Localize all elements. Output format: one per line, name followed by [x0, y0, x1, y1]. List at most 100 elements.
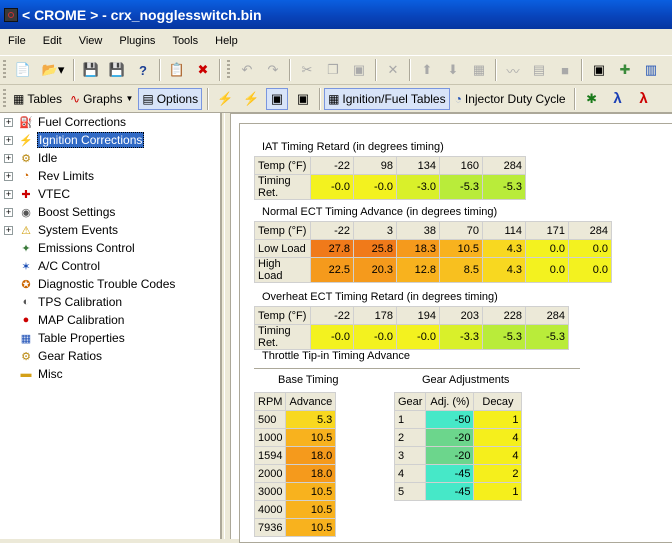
- value-cell[interactable]: 8.5: [439, 257, 483, 283]
- tree-item-boost-settings[interactable]: + ◉ Boost Settings: [0, 203, 116, 221]
- tree-item-misc[interactable]: ▬ Misc: [0, 365, 64, 383]
- tree-item-idle[interactable]: + ⚙ Idle: [0, 149, 58, 167]
- emulator-icon[interactable]: ▥: [640, 59, 662, 81]
- save-icon[interactable]: 💾: [80, 59, 102, 81]
- value-cell[interactable]: 0.0: [525, 239, 569, 258]
- tree-item-emissions-control[interactable]: ✦ Emissions Control: [0, 239, 136, 257]
- decay-cell[interactable]: 4: [473, 446, 523, 465]
- advance-cell[interactable]: 5.3: [285, 410, 337, 429]
- value-cell[interactable]: 25.8: [353, 239, 397, 258]
- clear-icon[interactable]: ✕: [382, 59, 404, 81]
- value-cell[interactable]: 22.5: [310, 257, 354, 283]
- tree-item-a-c-control[interactable]: ✶ A/C Control: [0, 257, 101, 275]
- advance-cell[interactable]: 10.5: [285, 518, 337, 537]
- value-cell[interactable]: 0.0: [568, 239, 612, 258]
- save-as-icon[interactable]: 💾: [106, 59, 128, 81]
- bug-icon[interactable]: ✱: [581, 88, 603, 110]
- fill-icon[interactable]: ■: [554, 59, 576, 81]
- decay-cell[interactable]: 1: [473, 410, 523, 429]
- expand-icon[interactable]: +: [4, 171, 13, 181]
- tree-item-tps-calibration[interactable]: ◐ TPS Calibration: [0, 293, 123, 311]
- expand-icon[interactable]: +: [4, 117, 13, 127]
- advance-cell[interactable]: 18.0: [285, 464, 337, 483]
- undo-icon[interactable]: ↶: [236, 59, 258, 81]
- injector-duty-cycle-button[interactable]: ◔ Injector Duty Cycle: [452, 88, 569, 110]
- value-cell[interactable]: -5.3: [482, 324, 526, 350]
- new-file-icon[interactable]: 📄: [12, 59, 34, 81]
- datalog-icon[interactable]: ✚: [614, 59, 636, 81]
- options-button[interactable]: ▤ Options: [138, 87, 203, 110]
- menu-plugins[interactable]: Plugins: [111, 35, 164, 47]
- tree-item-vtec[interactable]: + ✚ VTEC: [0, 185, 71, 203]
- toolbar-grip[interactable]: [227, 60, 230, 80]
- menu-help[interactable]: Help: [207, 35, 247, 47]
- compare-icon[interactable]: 📋: [166, 59, 188, 81]
- tables-button[interactable]: ▦ Tables: [10, 88, 65, 110]
- value-cell[interactable]: 18.3: [396, 239, 440, 258]
- paste-icon[interactable]: ▣: [348, 59, 370, 81]
- decay-cell[interactable]: 4: [473, 428, 523, 447]
- adj-cell[interactable]: -20: [425, 428, 475, 447]
- map2-icon[interactable]: ⚡: [240, 88, 262, 110]
- value-cell[interactable]: -5.3: [439, 174, 483, 200]
- decrease-icon[interactable]: ⬇: [442, 59, 464, 81]
- value-cell[interactable]: -5.3: [525, 324, 569, 350]
- value-cell[interactable]: -0.0: [353, 174, 397, 200]
- value-cell[interactable]: 4.3: [482, 257, 526, 283]
- interpolate-icon[interactable]: 〰: [502, 59, 524, 81]
- view-a-icon[interactable]: ▣: [266, 87, 289, 110]
- value-cell[interactable]: 27.8: [310, 239, 354, 258]
- tree-item-ignition-corrections[interactable]: + ⚡ Ignition Corrections: [0, 131, 145, 149]
- menu-edit[interactable]: Edit: [35, 35, 71, 47]
- copy-icon[interactable]: ❐: [322, 59, 344, 81]
- redo-icon[interactable]: ↷: [262, 59, 284, 81]
- adj-cell[interactable]: -50: [425, 410, 475, 429]
- advance-cell[interactable]: 18.0: [285, 446, 337, 465]
- tree-item-gear-ratios[interactable]: ⚙ Gear Ratios: [0, 347, 103, 365]
- advance-cell[interactable]: 10.5: [285, 482, 337, 501]
- value-cell[interactable]: 10.5: [439, 239, 483, 258]
- tree-item-table-properties[interactable]: ▦ Table Properties: [0, 329, 126, 347]
- value-cell[interactable]: 12.8: [396, 257, 440, 283]
- decay-cell[interactable]: 2: [473, 464, 523, 483]
- value-cell[interactable]: -5.3: [482, 174, 526, 200]
- select-icon[interactable]: ▦: [468, 59, 490, 81]
- value-cell[interactable]: 0.0: [525, 257, 569, 283]
- map1-icon[interactable]: ⚡: [214, 88, 236, 110]
- advance-cell[interactable]: 10.5: [285, 428, 337, 447]
- open-folder-icon[interactable]: 📂▾: [38, 59, 68, 81]
- menu-view[interactable]: View: [71, 35, 112, 47]
- increase-icon[interactable]: ⬆: [416, 59, 438, 81]
- tree-item-map-calibration[interactable]: ● MAP Calibration: [0, 311, 125, 329]
- lambda-off-icon[interactable]: λ: [633, 88, 655, 110]
- chip-icon[interactable]: ▣: [588, 59, 610, 81]
- value-cell[interactable]: 0.0: [568, 257, 612, 283]
- expand-icon[interactable]: +: [4, 225, 13, 235]
- value-cell[interactable]: -0.0: [310, 324, 354, 350]
- expand-icon[interactable]: +: [4, 135, 13, 145]
- menu-tools[interactable]: Tools: [164, 35, 207, 47]
- help-icon[interactable]: ?: [132, 59, 154, 81]
- lambda-icon[interactable]: λ: [607, 88, 629, 110]
- tree-item-system-events[interactable]: + ⚠ System Events: [0, 221, 119, 239]
- expand-icon[interactable]: +: [4, 153, 13, 163]
- ignition-fuel-tables-button[interactable]: ▦ Ignition/Fuel Tables: [324, 87, 450, 110]
- advance-cell[interactable]: 10.5: [285, 500, 337, 519]
- tree-item-diagnostic-trouble-codes[interactable]: ✪ Diagnostic Trouble Codes: [0, 275, 176, 293]
- cut-icon[interactable]: ✂: [296, 59, 318, 81]
- toolbar-grip[interactable]: [3, 88, 6, 109]
- expand-icon[interactable]: +: [4, 189, 13, 199]
- adj-cell[interactable]: -20: [425, 446, 475, 465]
- decay-cell[interactable]: 1: [473, 482, 523, 501]
- toolbar-grip[interactable]: [3, 60, 6, 80]
- tree-item-rev-limits[interactable]: + ◔ Rev Limits: [0, 167, 95, 185]
- value-cell[interactable]: -0.0: [353, 324, 397, 350]
- value-cell[interactable]: -3.0: [396, 174, 440, 200]
- smooth-icon[interactable]: ▤: [528, 59, 550, 81]
- menu-file[interactable]: File: [0, 35, 35, 47]
- value-cell[interactable]: -0.0: [396, 324, 440, 350]
- tree-item-fuel-corrections[interactable]: + ⛽ Fuel Corrections: [0, 113, 127, 131]
- adj-cell[interactable]: -45: [425, 482, 475, 501]
- view-b-icon[interactable]: ▣: [292, 88, 314, 110]
- app-icon[interactable]: [4, 7, 18, 22]
